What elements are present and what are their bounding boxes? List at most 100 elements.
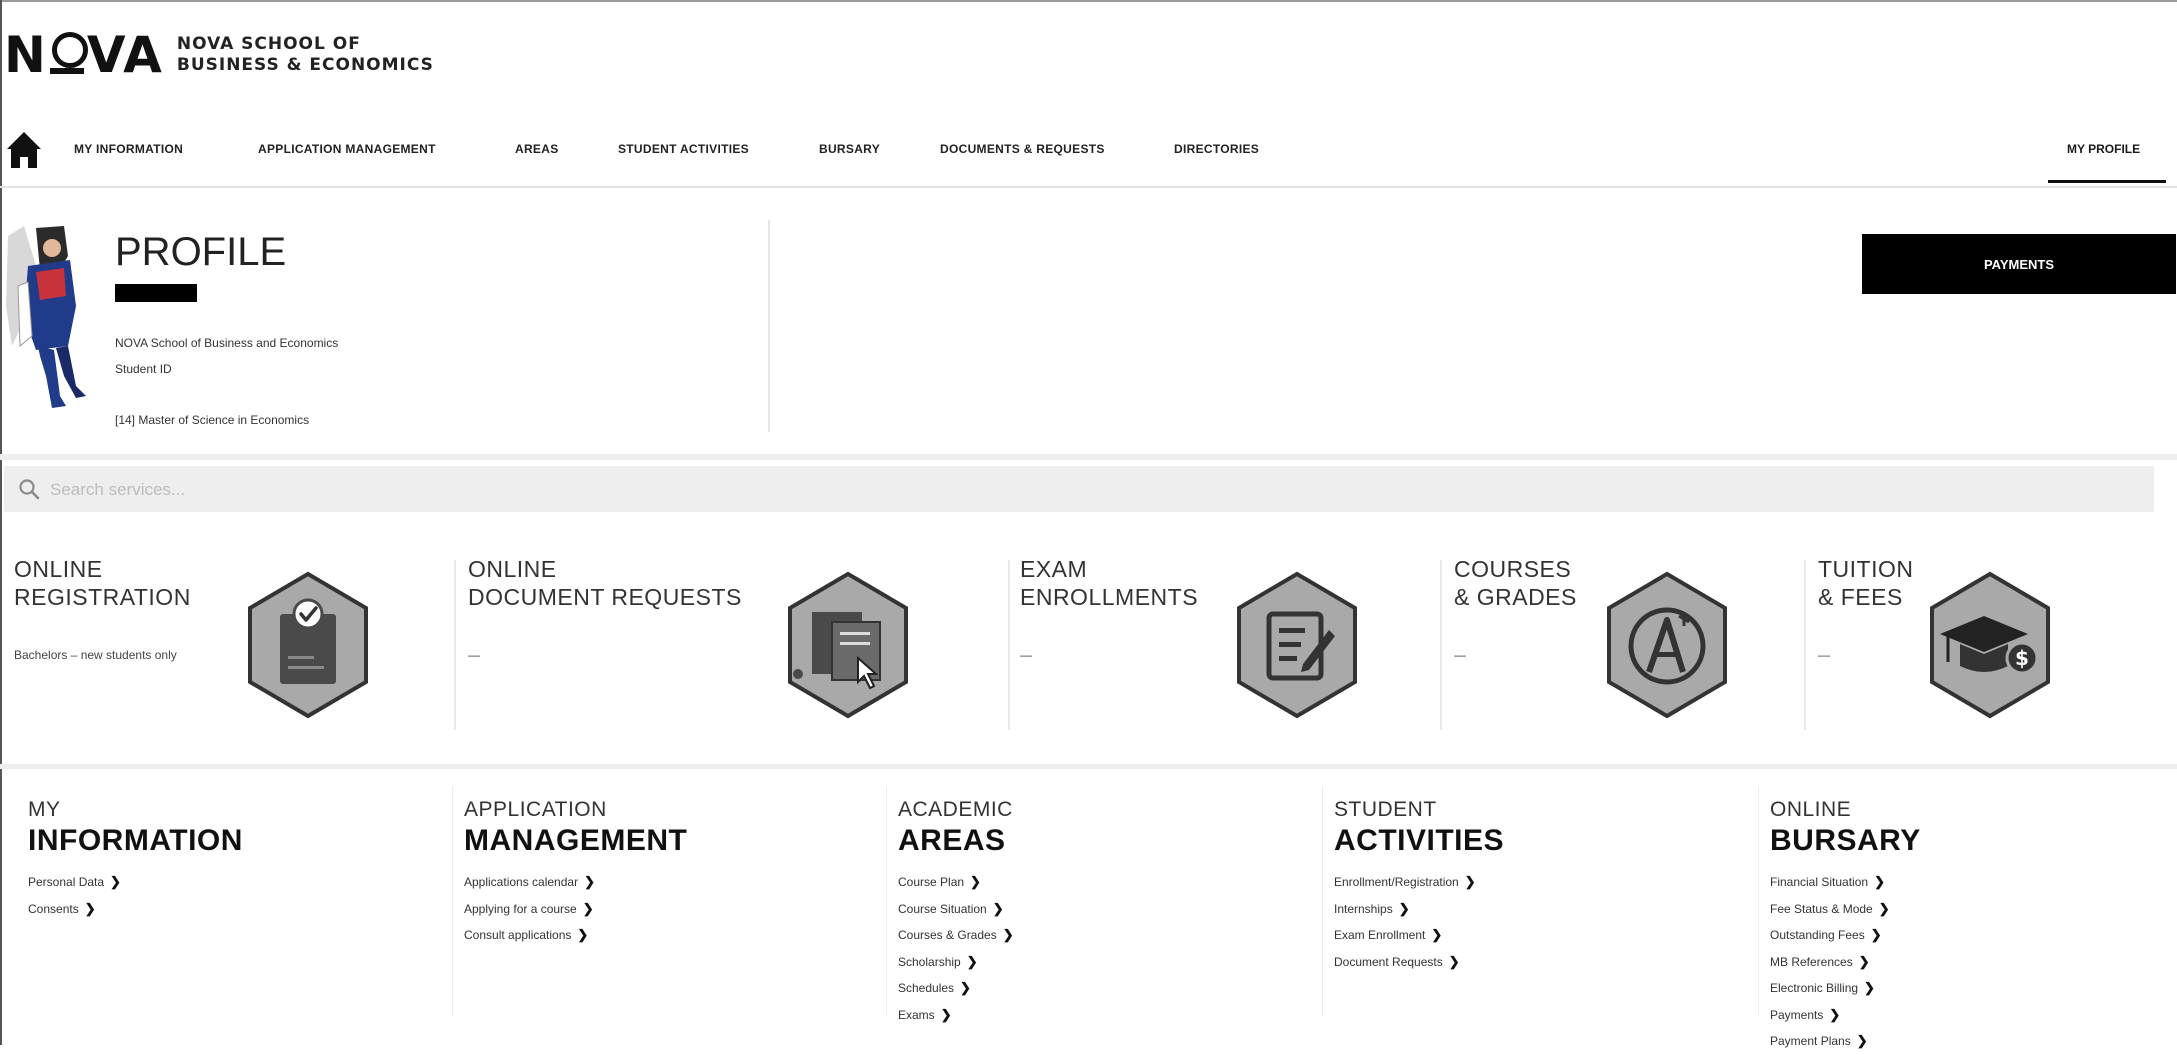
tile-online-document-requests[interactable]: ONLINE DOCUMENT REQUESTS —	[468, 555, 1008, 730]
nav-documents-requests[interactable]: DOCUMENTS & REQUESTS	[940, 142, 1105, 156]
nav-my-profile-tab[interactable]: MY PROFILE	[2048, 128, 2166, 183]
registration-check-icon[interactable]	[244, 570, 372, 720]
chevron-right-icon: ❯	[1878, 900, 1890, 916]
tile-title-line2: REGISTRATION	[14, 584, 191, 610]
link-applying-for-a-course[interactable]: Applying for a course ❯	[464, 896, 687, 923]
search-input[interactable]	[48, 474, 1552, 506]
link-internships[interactable]: Internships ❯	[1334, 896, 1504, 923]
tile-title-line1: ONLINE	[14, 556, 103, 582]
chevron-right-icon: ❯	[940, 1006, 952, 1022]
chevron-right-icon: ❯	[1829, 1006, 1841, 1022]
chevron-right-icon: ❯	[1448, 953, 1460, 969]
section-application-management: APPLICATION MANAGEMENT Applications cale…	[464, 798, 687, 949]
nav-areas[interactable]: AREAS	[515, 142, 559, 156]
tile-description: —	[1818, 648, 1830, 662]
chevron-right-icon: ❯	[960, 980, 971, 995]
profile-program: [14] Master of Science in Economics	[115, 413, 310, 427]
nova-logo[interactable]: N VA NOVA SCHOOL OF BUSINESS & ECONOMICS	[4, 30, 434, 80]
redacted-name	[115, 284, 197, 302]
link-course-situation[interactable]: Course Situation ❯	[898, 896, 1014, 923]
grades-icon[interactable]	[1603, 570, 1731, 720]
link-document-requests[interactable]: Document Requests ❯	[1334, 949, 1504, 976]
tile-title-line2: DOCUMENT REQUESTS	[468, 584, 742, 610]
tile-description: —	[468, 648, 480, 662]
link-scholarship[interactable]: Scholarship ❯	[898, 949, 1014, 976]
avatar	[6, 226, 96, 412]
chevron-right-icon: ❯	[584, 874, 595, 889]
document-request-icon[interactable]	[784, 570, 912, 720]
nav-directories[interactable]: DIRECTORIES	[1174, 142, 1259, 156]
nav-application-management[interactable]: APPLICATION MANAGEMENT	[258, 142, 436, 156]
link-applications-calendar[interactable]: Applications calendar ❯	[464, 869, 687, 896]
logo-wordmark: N VA	[4, 26, 163, 84]
chevron-right-icon: ❯	[1002, 927, 1014, 942]
link-outstanding-fees[interactable]: Outstanding Fees ❯	[1770, 922, 1921, 949]
link-exams[interactable]: Exams ❯	[898, 1002, 1014, 1029]
profile-student-id: Student ID	[115, 362, 172, 376]
chevron-right-icon: ❯	[1870, 927, 1882, 942]
section-academic-areas: ACADEMIC AREAS Course Plan ❯ Course Situa…	[898, 798, 1014, 1028]
link-mb-references[interactable]: MB References ❯	[1770, 949, 1921, 976]
exam-enrollment-icon[interactable]	[1233, 570, 1361, 720]
chevron-right-icon: ❯	[1398, 900, 1410, 916]
link-fee-status-mode[interactable]: Fee Status & Mode ❯	[1770, 896, 1921, 923]
tile-title-line1: ONLINE	[468, 556, 557, 582]
section-divider	[452, 786, 453, 1016]
section-title: ACTIVITIES	[1334, 824, 1505, 857]
link-payments[interactable]: Payments ❯	[1770, 1002, 1921, 1029]
tile-online-registration[interactable]: ONLINE REGISTRATION Bachelors – new stud…	[14, 555, 454, 730]
tile-divider	[1008, 560, 1010, 730]
section-title: AREAS	[898, 824, 1006, 857]
section-title: MANAGEMENT	[464, 824, 688, 857]
link-consult-applications[interactable]: Consult applications ❯	[464, 922, 687, 949]
link-courses-grades[interactable]: Courses & Grades ❯	[898, 922, 1014, 949]
profile-title: PROFILE	[115, 230, 287, 274]
window-top-border	[0, 0, 2177, 2]
nav-bursary[interactable]: BURSARY	[819, 142, 880, 156]
section-subtitle: ONLINE	[1770, 798, 1852, 821]
tile-divider	[454, 560, 456, 730]
home-icon[interactable]	[4, 128, 44, 174]
chevron-right-icon: ❯	[1864, 980, 1875, 995]
tile-description: —	[1020, 648, 1032, 662]
nav-student-activities[interactable]: STUDENT ACTIVITIES	[618, 142, 749, 156]
chevron-right-icon: ❯	[1858, 953, 1870, 969]
chevron-right-icon: ❯	[110, 874, 121, 889]
link-exam-enrollment[interactable]: Exam Enrollment ❯	[1334, 922, 1504, 949]
link-personal-data[interactable]: Personal Data ❯	[28, 869, 243, 896]
chevron-right-icon: ❯	[1874, 874, 1885, 889]
main-nav: MY INFORMATION APPLICATION MANAGEMENT AR…	[0, 128, 2177, 188]
section-title: BURSARY	[1770, 824, 1921, 857]
tile-exam-enrollments[interactable]: EXAM ENROLLMENTS —	[1020, 555, 1440, 730]
link-consents[interactable]: Consents ❯	[28, 896, 243, 923]
link-course-plan[interactable]: Course Plan ❯	[898, 869, 1014, 896]
tile-divider	[1804, 560, 1806, 730]
profile-school: NOVA School of Business and Economics	[115, 336, 339, 350]
svg-text:$: $	[2015, 646, 2029, 670]
section-student-activities: STUDENT ACTIVITIES Enrollment/Registrati…	[1334, 798, 1504, 975]
logo-o-mark	[49, 30, 88, 80]
link-schedules[interactable]: Schedules ❯	[898, 975, 1014, 1002]
tuition-fees-icon[interactable]: $	[1926, 570, 2054, 720]
section-subtitle: STUDENT	[1334, 798, 1437, 821]
chevron-right-icon: ❯	[1856, 1033, 1868, 1048]
section-divider	[886, 786, 887, 1016]
payments-button[interactable]: PAYMENTS	[1862, 234, 2176, 294]
logo-school-name: NOVA SCHOOL OF BUSINESS & ECONOMICS	[177, 34, 434, 76]
logo-school-line2: BUSINESS & ECONOMICS	[176, 55, 434, 75]
section-subtitle: ACADEMIC	[898, 798, 1013, 821]
section-my-information: MY INFORMATION Personal Data ❯ Consents ❯	[28, 798, 243, 922]
link-financial-situation[interactable]: Financial Situation ❯	[1770, 869, 1921, 896]
tile-title-line2: ENROLLMENTS	[1020, 584, 1199, 610]
link-payment-plans[interactable]: Payment Plans ❯	[1770, 1028, 1921, 1055]
tile-title-line1: EXAM	[1020, 556, 1088, 582]
chevron-right-icon: ❯	[582, 900, 594, 916]
section-divider	[1322, 786, 1323, 1016]
section-divider	[1758, 786, 1759, 1016]
nav-my-information[interactable]: MY INFORMATION	[74, 142, 183, 156]
section-online-bursary: ONLINE BURSARY Financial Situation ❯ Fee …	[1770, 798, 1921, 1055]
link-electronic-billing[interactable]: Electronic Billing ❯	[1770, 975, 1921, 1002]
link-enrollment-registration[interactable]: Enrollment/Registration ❯	[1334, 869, 1504, 896]
section-subtitle: APPLICATION	[464, 798, 607, 821]
chevron-right-icon: ❯	[992, 900, 1004, 916]
